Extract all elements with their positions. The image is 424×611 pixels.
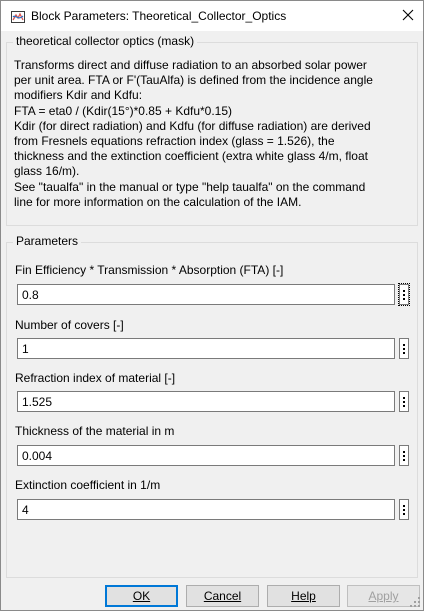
close-button[interactable] [393, 1, 423, 31]
param-options-button-fta[interactable] [398, 283, 410, 306]
dialog-window: Block Parameters: Theoretical_Collector_… [0, 0, 424, 611]
param-options-button-extinction-coefficient[interactable] [399, 499, 409, 520]
param-input-fta[interactable] [17, 284, 395, 305]
close-icon [402, 9, 414, 24]
param-label-refraction-index: Refraction index of material [-] [15, 371, 176, 385]
param-options-button-thickness[interactable] [399, 445, 409, 466]
param-label-thickness: Thickness of the material in m [15, 424, 175, 438]
cancel-button-label: Cancel [203, 589, 242, 603]
ok-button[interactable]: OK [105, 585, 178, 607]
parameters-group-title: Parameters [13, 234, 82, 248]
title-bar: Block Parameters: Theoretical_Collector_… [1, 1, 423, 31]
param-input-thickness[interactable] [17, 445, 395, 466]
window-title: Block Parameters: Theoretical_Collector_… [31, 9, 287, 23]
param-input-extinction-coefficient[interactable] [17, 499, 395, 520]
param-input-refraction-index[interactable] [17, 391, 395, 412]
param-label-extinction-coefficient: Extinction coefficient in 1/m [15, 478, 161, 492]
parameters-group: Parameters Fin Efficiency * Transmission… [6, 234, 418, 578]
param-options-button-number-of-covers[interactable] [399, 338, 409, 359]
resize-grip-icon[interactable] [409, 596, 421, 608]
apply-button-label: Apply [368, 589, 399, 603]
help-button[interactable]: Help [267, 585, 340, 607]
help-button-label: Help [291, 589, 316, 603]
param-label-fta: Fin Efficiency * Transmission * Absorpti… [15, 263, 284, 277]
param-input-number-of-covers[interactable] [17, 338, 395, 359]
mask-description-text: Transforms direct and diffuse radiation … [14, 58, 373, 209]
ok-button-label: OK [132, 589, 151, 603]
param-label-number-of-covers: Number of covers [-] [15, 318, 124, 332]
param-options-button-refraction-index[interactable] [399, 391, 409, 412]
mask-group-title: theoretical collector optics (mask) [13, 34, 198, 48]
mask-description-group: theoretical collector optics (mask) Tran… [6, 34, 418, 226]
cancel-button[interactable]: Cancel [186, 585, 259, 607]
simulink-block-icon [10, 9, 26, 25]
